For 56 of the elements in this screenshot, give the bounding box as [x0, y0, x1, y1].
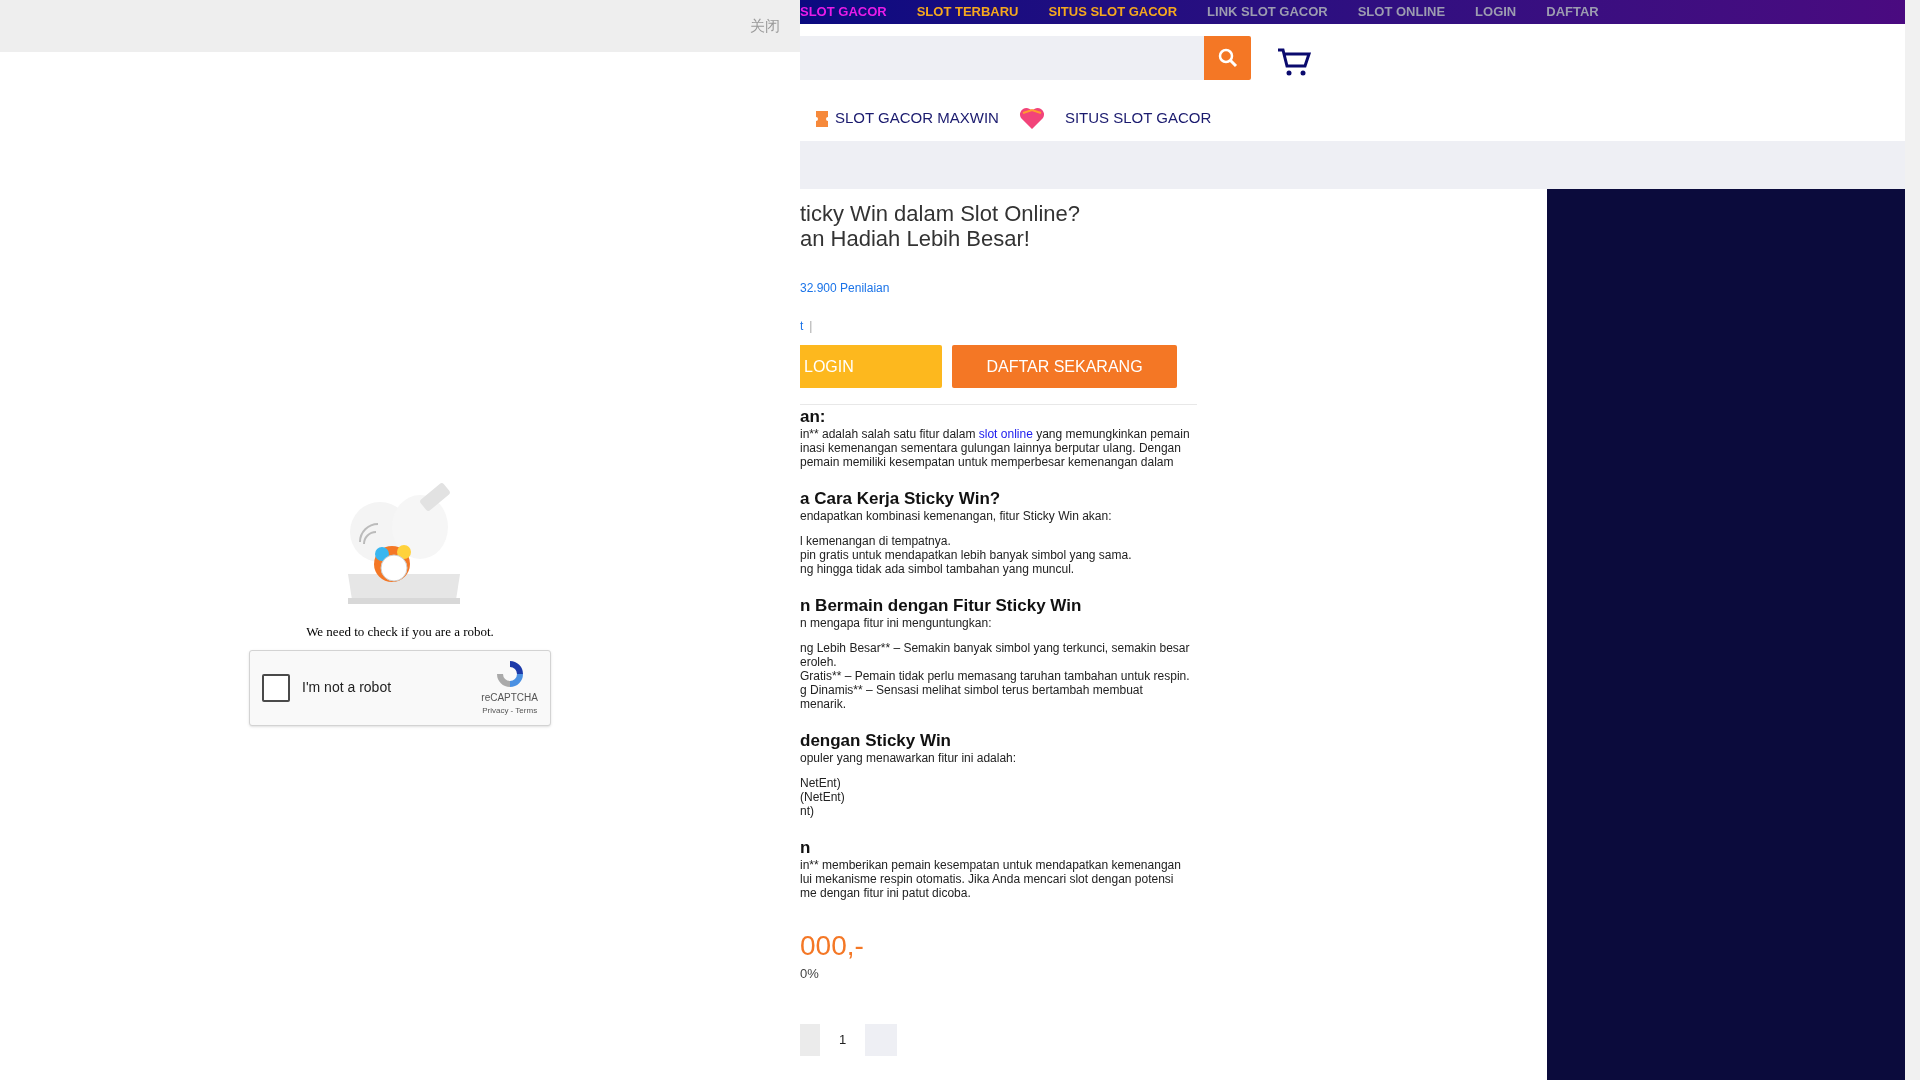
menu-link[interactable]: SLOT GACOR MAXWIN: [835, 107, 999, 130]
section-heading: an:: [800, 407, 827, 427]
nav-link[interactable]: SLOT TERBARU: [916, 2, 1019, 22]
body-text: me dengan fitur ini patut dicoba.: [800, 886, 972, 900]
body-text: pin gratis untuk mendapatkan lebih banyak simbol yang sama.: [800, 548, 1133, 562]
ticket-icon: [815, 109, 829, 128]
heart-badge-icon: [1018, 106, 1045, 131]
body-text: (NetEnt): [800, 790, 846, 804]
search-icon: [1216, 47, 1239, 69]
product-title: ticky Win dalam Slot Online?: [800, 201, 1081, 226]
menu-link[interactable]: SITUS SLOT GACOR: [1064, 107, 1212, 130]
nav-link[interactable]: SLOT GACOR: [800, 2, 887, 22]
nav-link[interactable]: SLOT ONLINE: [1357, 2, 1446, 22]
body-text: in** memberikan pemain kesempatan untuk mendapatkan kemenangan: [800, 858, 1182, 872]
search-field[interactable]: [800, 36, 1204, 80]
body-text: in** adalah salah satu fitur dalam slot online yang memungkinkan pemain: [800, 427, 1191, 441]
scrollbar[interactable]: [1905, 0, 1920, 1080]
captcha-label: I'm not a robot: [302, 678, 392, 697]
body-text: pemain memiliki kesempatan untuk memperbesar kemenangan dalam: [800, 455, 1175, 469]
text-link[interactable]: slot online: [978, 427, 1033, 441]
body-text: inasi kemenangan sementara gulungan lainnya berputar ulang. Dengan: [800, 441, 1182, 455]
body-text: nt): [800, 804, 815, 818]
rating-count[interactable]: 32.900 Penilaian: [800, 279, 890, 297]
search-button[interactable]: [1204, 36, 1251, 80]
robot-check-message: We need to check if you are a robot.: [306, 623, 494, 641]
section-heading: dengan Sticky Win: [800, 731, 952, 751]
body-text: n mengapa fitur ini menguntungkan:: [800, 616, 993, 630]
body-text: Gratis** – Pemain tidak perlu memasang taruhan tambahan untuk respin.: [800, 669, 1191, 683]
body-text: l kemenangan di tempatnya.: [800, 534, 952, 548]
body-text: endapatkan kombinasi kemenangan, fitur Sticky Win akan:: [800, 509, 1113, 523]
captcha-checkbox[interactable]: [262, 673, 290, 702]
product-title: an Hadiah Lebih Besar!: [800, 226, 1031, 251]
body-text: NetEnt): [800, 776, 842, 790]
body-text: eroleh.: [800, 655, 838, 669]
category-link[interactable]: t: [800, 317, 804, 335]
body-text: lui mekanisme respin otomatis. Jika Anda mencari slot dengan potensi: [800, 872, 1175, 886]
body-text: ng Lebih Besar** – Semakin banyak simbol yang terkunci, semakin besar: [800, 641, 1191, 655]
quantity-value[interactable]: 1: [820, 1029, 865, 1050]
body-text: ng hingga tidak ada simbol tambahan yang muncul.: [800, 562, 1076, 576]
nav-link[interactable]: LINK SLOT GACOR: [1207, 2, 1328, 22]
nav-link[interactable]: SITUS SLOT GACOR: [1048, 2, 1178, 22]
body-text: menarik.: [800, 697, 847, 711]
privacy-terms-links[interactable]: Privacy - Terms: [482, 705, 538, 717]
nav-link[interactable]: DAFTAR: [1546, 2, 1599, 22]
body-text: opuler yang menawarkan fitur ini adalah:: [800, 751, 1018, 765]
rtp-value: 0%: [800, 965, 819, 983]
section-heading: n: [800, 838, 812, 858]
section-heading: n Bermain dengan Fitur Sticky Win: [800, 596, 1083, 616]
body-text: g Dinamis** – Sensasi melihat simbol terus bertambah membuat: [800, 683, 1144, 697]
register-button[interactable]: DAFTAR SEKARANG: [952, 345, 1177, 388]
recaptcha-brand: reCAPTCHA: [481, 691, 538, 705]
nav-link[interactable]: LOGIN: [1475, 2, 1517, 22]
separator: |: [809, 318, 813, 335]
cart-icon[interactable]: [1277, 47, 1311, 77]
product-price: 000,-: [800, 930, 864, 962]
section-heading: a Cara Kerja Sticky Win?: [800, 489, 1002, 509]
